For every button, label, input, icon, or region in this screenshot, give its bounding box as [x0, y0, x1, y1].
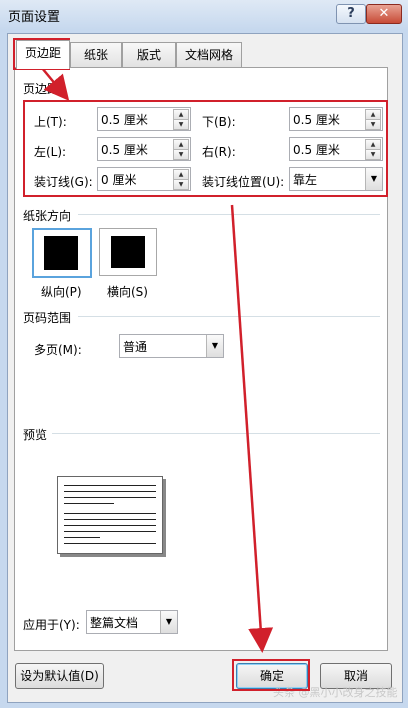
annotation-arrow-1: [41, 67, 70, 101]
tab-margins[interactable]: 页边距: [16, 40, 70, 69]
annotation-arrows: [41, 67, 274, 653]
annotation-arrow-2: [230, 204, 274, 653]
